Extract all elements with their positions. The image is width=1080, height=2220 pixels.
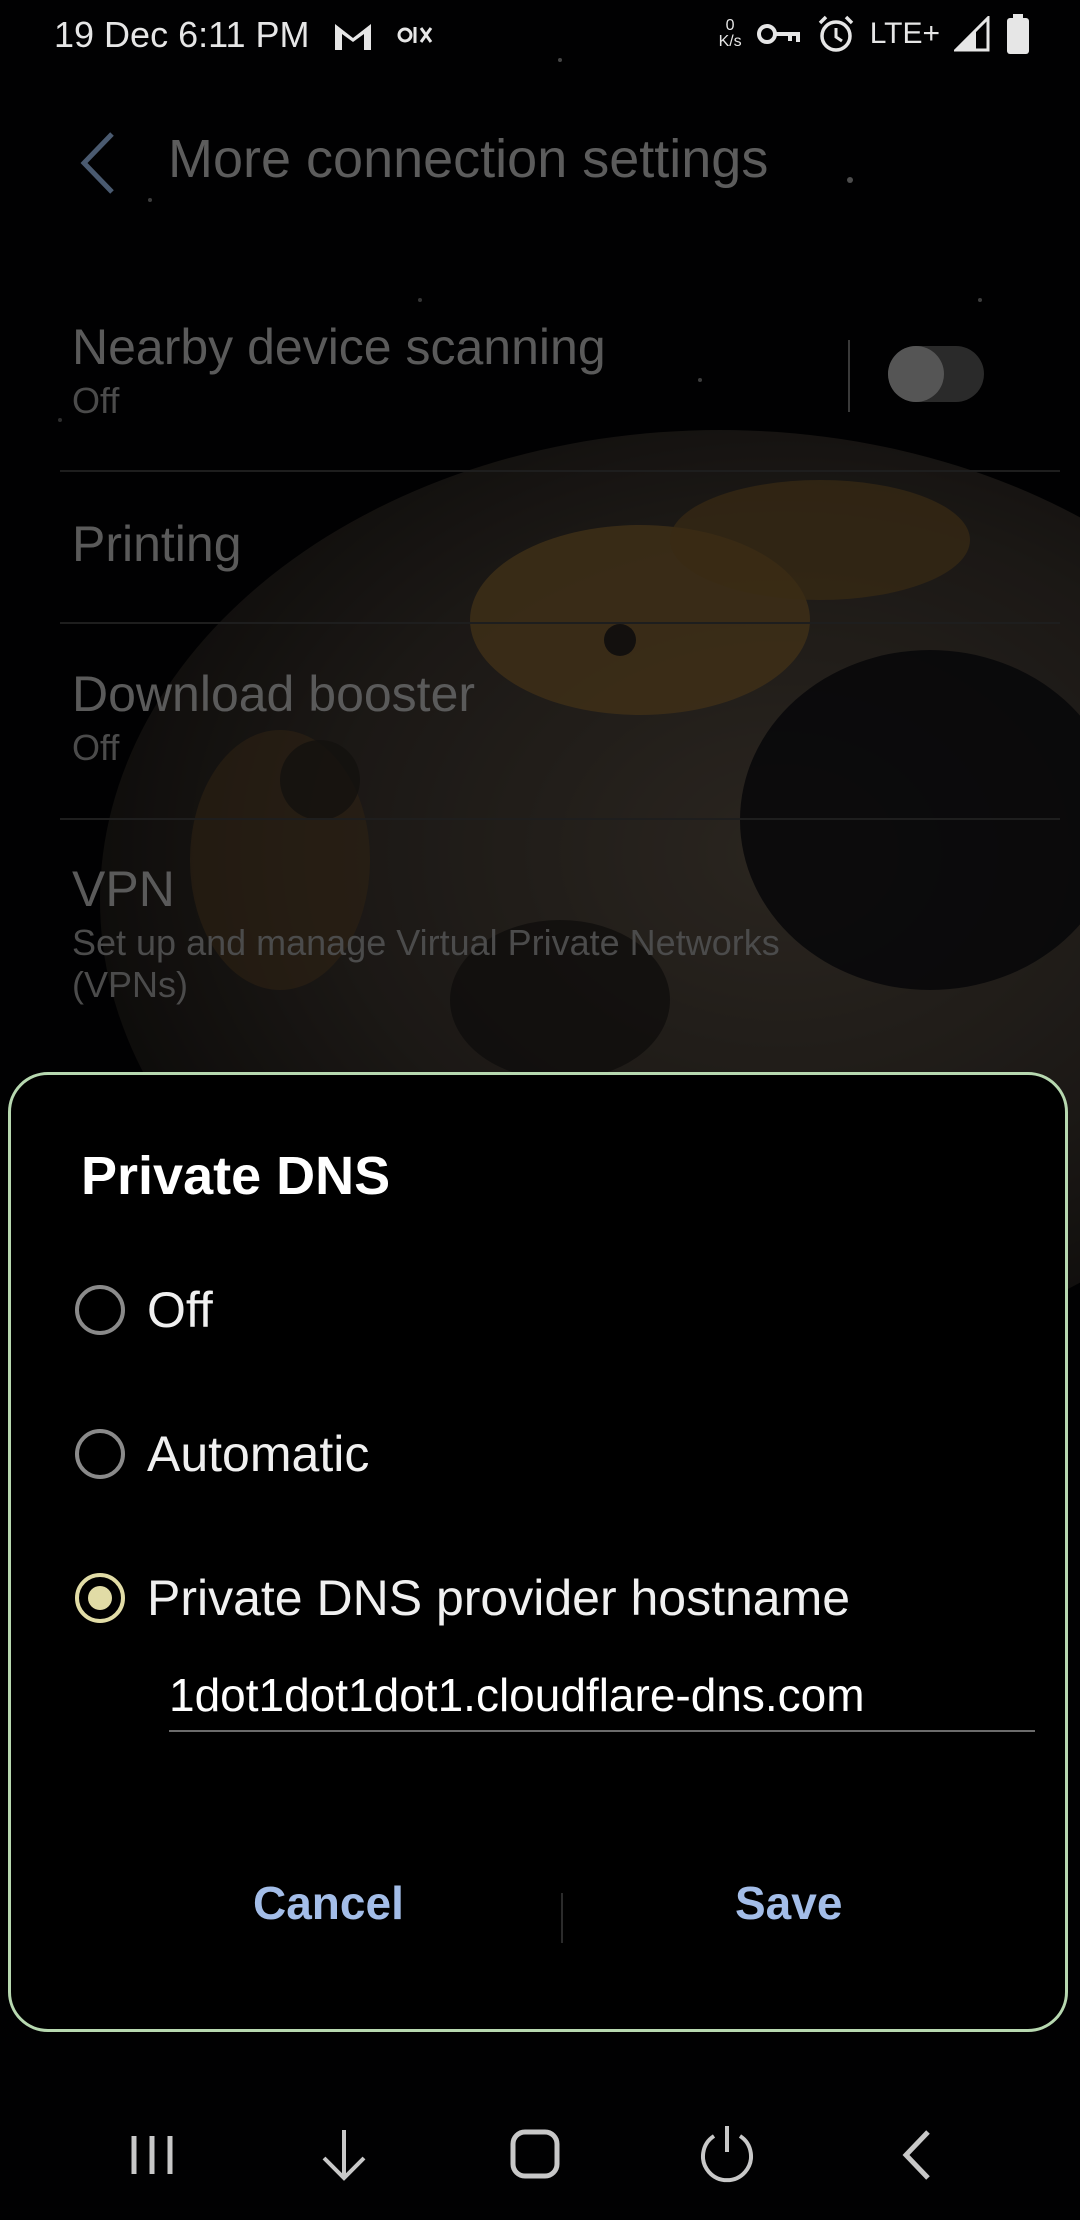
vpn-key-icon xyxy=(756,24,800,44)
option-provider-hostname[interactable]: Private DNS provider hostname xyxy=(75,1569,850,1627)
recents-icon[interactable] xyxy=(112,2120,192,2190)
network-type: LTE+ xyxy=(869,17,940,50)
collapse-icon[interactable] xyxy=(304,2120,384,2190)
alarm-icon xyxy=(818,15,853,52)
option-label: Automatic xyxy=(147,1426,370,1482)
radio-provider-hostname[interactable] xyxy=(75,1573,125,1623)
page-title: More connection settings xyxy=(168,129,769,189)
status-datetime: 19 Dec 6:11 PM xyxy=(54,14,310,55)
setting-printing[interactable]: Printing xyxy=(72,515,1022,573)
toggle-knob xyxy=(888,346,944,402)
setting-subtitle: Set up and manage Virtual Private Networ… xyxy=(72,922,780,963)
list-divider xyxy=(60,470,1060,472)
option-automatic[interactable]: Automatic xyxy=(75,1425,369,1483)
home-icon[interactable] xyxy=(495,2120,575,2190)
app-header: More connection settings xyxy=(0,110,1080,210)
setting-title: Printing xyxy=(72,516,242,572)
signal-icon xyxy=(954,16,990,52)
private-dns-dialog: Private DNS Off Automatic Private DNS pr… xyxy=(8,1072,1068,2032)
nearby-scanning-toggle[interactable] xyxy=(888,346,984,402)
setting-title: VPN xyxy=(72,861,175,917)
setting-title: Download booster xyxy=(72,666,476,722)
setting-title: Nearby device scanning xyxy=(72,319,606,375)
cancel-button[interactable]: Cancel xyxy=(247,1875,410,1931)
save-button[interactable]: Save xyxy=(729,1875,848,1931)
battery-icon xyxy=(1007,14,1029,54)
option-label: Private DNS provider hostname xyxy=(147,1570,851,1626)
setting-subtitle: Off xyxy=(72,727,120,768)
list-divider xyxy=(60,818,1060,820)
back-arrow-icon[interactable] xyxy=(70,128,130,198)
status-bar: 19 Dec 6:11 PM 0 K/s LTE+ xyxy=(0,0,1080,72)
option-label: Off xyxy=(147,1282,213,1338)
setting-vpn[interactable]: VPN Set up and manage Virtual Private Ne… xyxy=(72,860,1022,1006)
list-divider xyxy=(60,622,1060,624)
radio-automatic[interactable] xyxy=(75,1429,125,1479)
setting-download-booster[interactable]: Download booster Off xyxy=(72,665,1022,769)
radio-off[interactable] xyxy=(75,1285,125,1335)
net-speed: 0 K/s xyxy=(718,17,742,50)
dialog-title: Private DNS xyxy=(81,1146,391,1206)
button-divider xyxy=(561,1893,563,1943)
navigation-bar xyxy=(0,2090,1080,2220)
option-off[interactable]: Off xyxy=(75,1281,213,1339)
gmail-icon xyxy=(335,24,372,50)
setting-subtitle-line2: (VPNs) xyxy=(72,964,188,1005)
setting-subtitle: Off xyxy=(72,380,120,421)
back-icon[interactable] xyxy=(878,2120,958,2190)
hostname-input[interactable] xyxy=(169,1660,1035,1732)
setting-nearby-device-scanning[interactable]: Nearby device scanning Off xyxy=(72,318,1022,422)
toggle-divider xyxy=(848,340,850,412)
power-icon[interactable] xyxy=(687,2120,767,2190)
olx-icon xyxy=(397,27,433,43)
